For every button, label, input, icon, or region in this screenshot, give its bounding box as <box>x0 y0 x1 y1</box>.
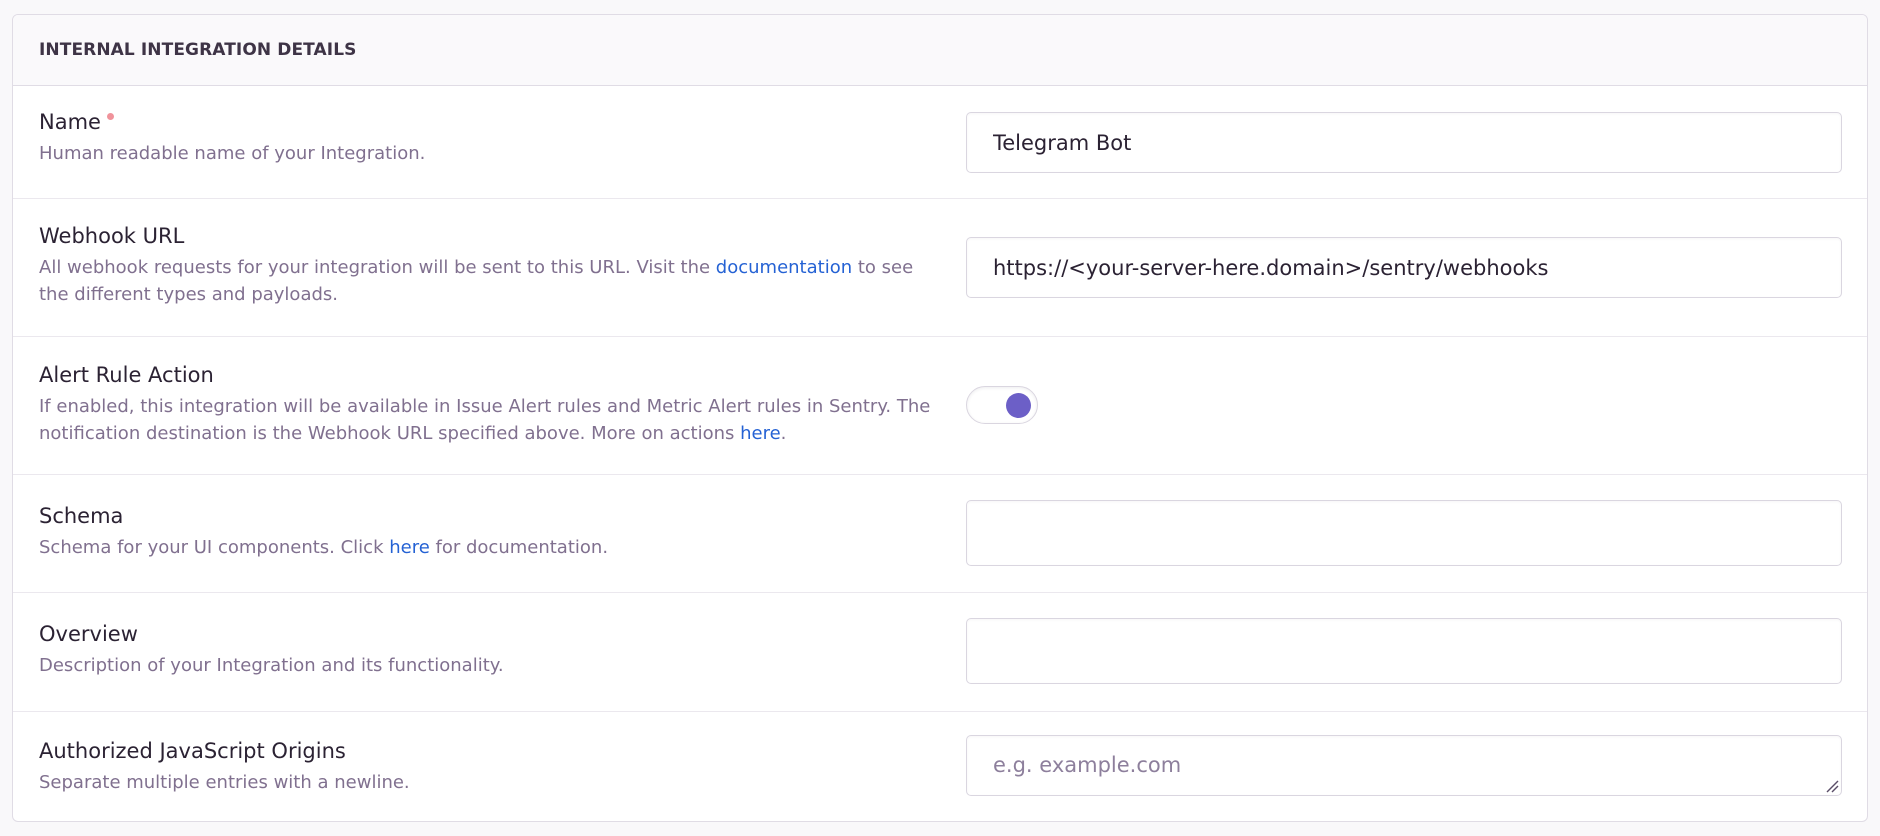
alert-rule-action-label: Alert Rule Action <box>39 363 214 387</box>
toggle-knob <box>1006 393 1031 418</box>
panel-header: INTERNAL INTEGRATION DETAILS <box>13 15 1867 86</box>
authorized-origins-label: Authorized JavaScript Origins <box>39 739 346 763</box>
field-control <box>966 735 1842 796</box>
actions-here-link[interactable]: here <box>740 423 781 444</box>
required-indicator-icon <box>106 113 114 120</box>
overview-help-text: Description of your Integration and its … <box>39 655 504 676</box>
authorized-origins-textarea[interactable] <box>966 735 1842 796</box>
section-title: INTERNAL INTEGRATION DETAILS <box>39 40 357 60</box>
field-control <box>966 386 1842 424</box>
authorized-origins-help-text: Separate multiple entries with a newline… <box>39 772 410 793</box>
documentation-link[interactable]: documentation <box>716 257 852 278</box>
webhook-url-input[interactable] <box>966 237 1842 298</box>
name-input[interactable] <box>966 112 1842 173</box>
schema-help-text: Schema for your UI components. Click her… <box>39 537 609 558</box>
schema-here-link[interactable]: here <box>389 537 430 558</box>
field-label-group: Schema Schema for your UI components. Cl… <box>39 502 939 561</box>
field-label-group: Webhook URL All webhook requests for you… <box>39 222 939 308</box>
field-row-authorized-origins: Authorized JavaScript Origins Separate m… <box>13 712 1867 821</box>
schema-textarea[interactable] <box>966 500 1842 566</box>
field-control <box>966 112 1842 173</box>
field-label-group: Alert Rule Action If enabled, this integ… <box>39 361 939 447</box>
field-row-name: Name Human readable name of your Integra… <box>13 86 1867 199</box>
overview-textarea[interactable] <box>966 618 1842 684</box>
field-control <box>966 500 1842 570</box>
webhook-url-help-text: All webhook requests for your integratio… <box>39 257 914 305</box>
field-row-webhook-url: Webhook URL All webhook requests for you… <box>13 199 1867 337</box>
field-row-schema: Schema Schema for your UI components. Cl… <box>13 475 1867 593</box>
textarea-wrapper <box>966 735 1842 796</box>
alert-rule-action-help-text: If enabled, this integration will be ava… <box>39 396 931 444</box>
integration-details-panel: INTERNAL INTEGRATION DETAILS Name Human … <box>12 14 1868 822</box>
schema-label: Schema <box>39 504 124 528</box>
field-label-group: Name Human readable name of your Integra… <box>39 108 939 167</box>
name-label: Name <box>39 110 101 134</box>
overview-label: Overview <box>39 622 138 646</box>
alert-rule-action-toggle[interactable] <box>966 386 1038 424</box>
field-row-alert-rule-action: Alert Rule Action If enabled, this integ… <box>13 337 1867 475</box>
field-control <box>966 237 1842 298</box>
field-row-overview: Overview Description of your Integration… <box>13 593 1867 712</box>
field-label-group: Authorized JavaScript Origins Separate m… <box>39 737 939 796</box>
field-control <box>966 618 1842 688</box>
resize-handle-icon[interactable] <box>1825 779 1839 793</box>
name-help-text: Human readable name of your Integration. <box>39 143 426 164</box>
webhook-url-label: Webhook URL <box>39 224 185 248</box>
field-label-group: Overview Description of your Integration… <box>39 620 939 679</box>
